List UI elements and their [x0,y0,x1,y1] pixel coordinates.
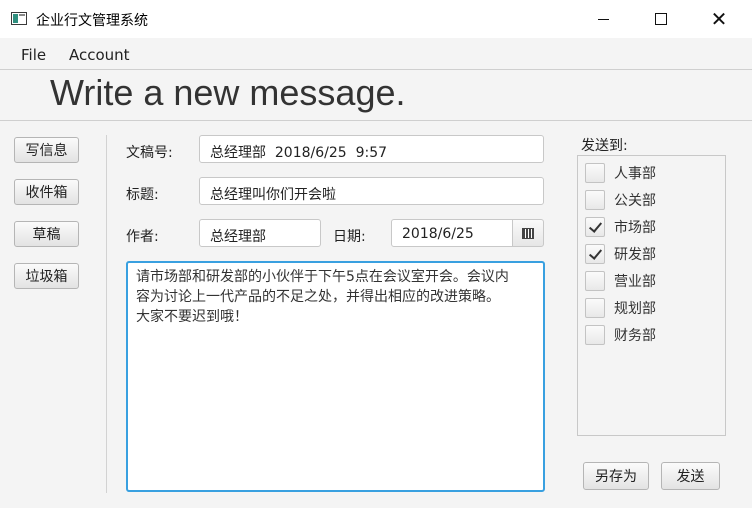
checkbox[interactable] [585,163,605,183]
menu-file[interactable]: File [21,46,46,64]
sidebar-divider [106,135,107,493]
dept-item[interactable]: 财务部 [585,325,656,345]
checkbox[interactable] [585,271,605,291]
department-list: 人事部 公关部 市场部 研发部 营业部 规划部 财务部 [577,155,726,436]
title-field[interactable]: 总经理叫你们开会啦 [199,177,544,205]
header-divider [0,120,752,121]
calendar-icon [522,227,534,239]
message-body-line: 容为讨论上一代产品的不足之处，并得出相应的改进策略。 [136,289,500,305]
sidebar-write-button[interactable]: 写信息 [14,137,79,163]
doc-no-field[interactable]: 总经理部 2018/6/25 9:57 [199,135,544,163]
sidebar-trash-button[interactable]: 垃圾箱 [14,263,79,289]
send-button[interactable]: 发送 [661,462,720,490]
dept-label: 规划部 [614,301,656,317]
title-bar: 企业行文管理系统 ✕ [0,0,752,38]
dept-item[interactable]: 营业部 [585,271,656,291]
dept-item[interactable]: 人事部 [585,163,656,183]
date-label: 日期: [333,229,366,245]
dept-label: 财务部 [614,328,656,344]
checkbox[interactable] [585,325,605,345]
minimize-icon [597,18,609,20]
menu-account[interactable]: Account [69,46,130,64]
dept-label: 公关部 [614,193,656,209]
author-label: 作者: [126,229,159,245]
dept-item[interactable]: 公关部 [585,190,656,210]
maximize-button[interactable] [632,0,690,38]
date-field[interactable]: 2018/6/25 [391,219,513,247]
page-title: Write a new message. [50,72,406,113]
dept-label: 市场部 [614,220,656,236]
date-picker-button[interactable] [512,219,544,247]
close-button[interactable]: ✕ [690,0,748,38]
author-field[interactable]: 总经理部 [199,219,321,247]
dept-item[interactable]: 研发部 [585,244,656,264]
doc-no-label: 文稿号: [126,145,173,161]
checkbox[interactable] [585,298,605,318]
maximize-icon [655,13,667,25]
checkbox-checked[interactable] [585,217,605,237]
message-body-line: 大家不要迟到哦！ [136,309,248,325]
app-icon [11,12,27,25]
menu-bar: File Account [0,38,752,70]
dept-label: 研发部 [614,247,656,263]
dept-label: 营业部 [614,274,656,290]
message-body-textarea[interactable]: 请市场部和研发部的小伙伴于下午5点在会议室开会。会议内 容为讨论上一代产品的不足… [126,261,545,492]
save-as-button[interactable]: 另存为 [583,462,649,490]
checkbox-checked[interactable] [585,244,605,264]
dept-item[interactable]: 规划部 [585,298,656,318]
sidebar-inbox-button[interactable]: 收件箱 [14,179,79,205]
send-to-label: 发送到: [581,138,628,154]
dept-label: 人事部 [614,166,656,182]
minimize-button[interactable] [574,0,632,38]
close-icon: ✕ [710,7,728,31]
sidebar-drafts-button[interactable]: 草稿 [14,221,79,247]
message-body-line: 请市场部和研发部的小伙伴于下午5点在会议室开会。会议内 [136,269,509,285]
dept-item[interactable]: 市场部 [585,217,656,237]
checkbox[interactable] [585,190,605,210]
title-label: 标题: [126,187,159,203]
window-title: 企业行文管理系统 [36,13,148,29]
